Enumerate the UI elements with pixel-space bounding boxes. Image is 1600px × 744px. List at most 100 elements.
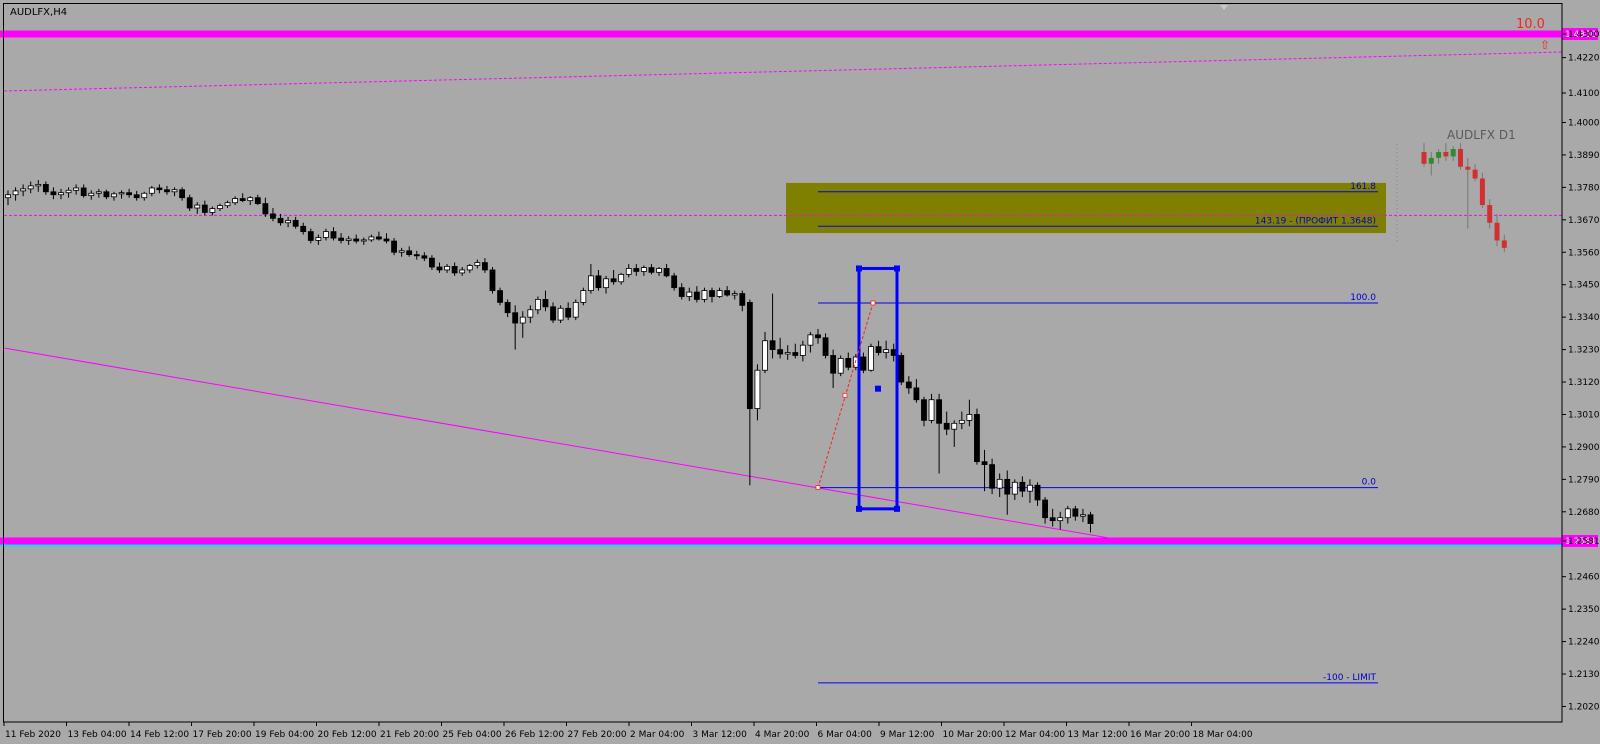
candle-body	[111, 193, 117, 198]
selection-handle[interactable]	[894, 265, 900, 272]
candle-body	[618, 273, 625, 283]
mini-candle-body	[1436, 151, 1442, 158]
time-tick-label: 11 Feb 2020	[5, 730, 61, 740]
time-tick-label: 14 Feb 12:00	[130, 730, 189, 740]
mini-candle-body	[1443, 151, 1449, 157]
candle-body	[671, 275, 678, 289]
price-tick-label: 1.4000	[1568, 118, 1600, 128]
mini-candle-body	[1421, 151, 1427, 164]
candle-body	[42, 184, 49, 193]
time-tick-label: 18 Mar 04:00	[1193, 730, 1253, 740]
candle-body	[353, 238, 360, 242]
candle-body	[535, 299, 541, 311]
candle-body	[141, 192, 148, 199]
candle-body	[126, 192, 133, 196]
time-tick-label: 10 Mar 20:00	[943, 730, 1003, 740]
candle-body	[270, 213, 276, 219]
candle-body	[413, 254, 420, 257]
candle-body	[171, 189, 178, 193]
candle-body	[383, 238, 390, 242]
time-tick-label: 12 Mar 04:00	[1005, 730, 1065, 740]
candle-body	[292, 220, 299, 227]
candle-body	[542, 299, 549, 308]
candle-body	[118, 192, 125, 195]
time-tick-label: 17 Feb 20:00	[193, 730, 252, 740]
time-tick-label: 19 Feb 04:00	[255, 730, 314, 740]
candle-body	[12, 190, 19, 196]
candle-body	[239, 198, 246, 202]
candle-body	[921, 399, 927, 421]
candle-body	[815, 334, 821, 339]
candle-body	[1064, 508, 1071, 519]
time-tick-label: 13 Feb 04:00	[68, 730, 127, 740]
candle-body	[837, 358, 844, 374]
price-tick-label: 1.3780	[1568, 183, 1600, 193]
price-tick-label: 1.4300	[1568, 30, 1600, 40]
symbol-title: AUDLFX,H4	[10, 7, 67, 18]
candle-body	[860, 356, 867, 371]
fib-anchor-point[interactable]	[815, 485, 821, 491]
time-tick-label: 26 Feb 12:00	[505, 730, 564, 740]
candle-body	[595, 275, 602, 289]
candle-body	[799, 344, 806, 356]
candle-body	[648, 267, 655, 273]
fib-level-label: 143.19 - (ПРОФИТ 1.3648)	[1255, 216, 1376, 226]
candle-body	[769, 340, 776, 350]
candle-body	[663, 268, 670, 277]
candle-body	[883, 349, 890, 353]
price-tick-label: 1.2020	[1568, 702, 1600, 712]
candle-body	[504, 301, 511, 314]
candle-body	[777, 349, 784, 355]
candle-body	[724, 290, 731, 296]
candle-body	[580, 290, 587, 303]
time-tick-label: 16 Mar 20:00	[1130, 730, 1190, 740]
candle-body	[678, 287, 685, 297]
candle-body	[103, 191, 110, 198]
selection-handle[interactable]	[856, 265, 862, 272]
candle-body	[913, 387, 920, 401]
candle-body	[936, 399, 943, 424]
candle-body	[95, 191, 102, 194]
candle-body	[65, 189, 72, 194]
candle-body	[550, 306, 556, 321]
candle-body	[1011, 481, 1018, 495]
price-tick-label: 1.3560	[1568, 248, 1600, 258]
chart-shift-marker	[1220, 5, 1228, 10]
selection-handle[interactable]	[856, 505, 862, 512]
candle-body	[421, 255, 428, 259]
time-tick-label: 27 Feb 20:00	[568, 730, 627, 740]
selection-handle[interactable]	[894, 505, 900, 512]
fib-anchor-point[interactable]	[842, 392, 848, 398]
candle-body	[603, 278, 609, 289]
candle-body	[557, 307, 564, 321]
candle-body	[716, 290, 723, 297]
candle-body	[572, 301, 579, 318]
candle-body	[943, 422, 950, 430]
candle-body	[784, 352, 791, 355]
candle-body	[1004, 478, 1011, 495]
candle-body	[890, 349, 897, 356]
price-tick-label: 1.3890	[1568, 151, 1600, 161]
price-tick-label: 1.4220	[1568, 54, 1600, 64]
price-chart: 161.8 143.19 - (ПРОФИТ 1.3648) 100.0 0.0 -10…	[0, 3, 1600, 740]
candle-body	[701, 290, 708, 300]
fib-anchor-point[interactable]	[870, 300, 876, 306]
selection-handle[interactable]	[875, 385, 881, 392]
candle-body	[156, 187, 163, 191]
candle-body	[323, 231, 329, 238]
price-tick-label: 1.3340	[1568, 313, 1600, 323]
candle-body	[179, 189, 186, 199]
candle-body	[1049, 517, 1056, 522]
fib-level-label: 161.8	[1350, 182, 1376, 192]
candle-body	[489, 269, 496, 291]
candle-body	[1027, 484, 1033, 492]
price-tick-label: 1.2581	[1568, 537, 1600, 547]
candle-body	[451, 266, 458, 274]
time-tick-label: 21 Feb 20:00	[380, 730, 439, 740]
candle-body	[247, 197, 254, 202]
candle-body	[731, 293, 738, 296]
candle-body	[88, 192, 95, 197]
price-tick-label: 1.2240	[1568, 638, 1600, 648]
candle-body	[762, 340, 768, 371]
candle-body	[186, 197, 193, 209]
